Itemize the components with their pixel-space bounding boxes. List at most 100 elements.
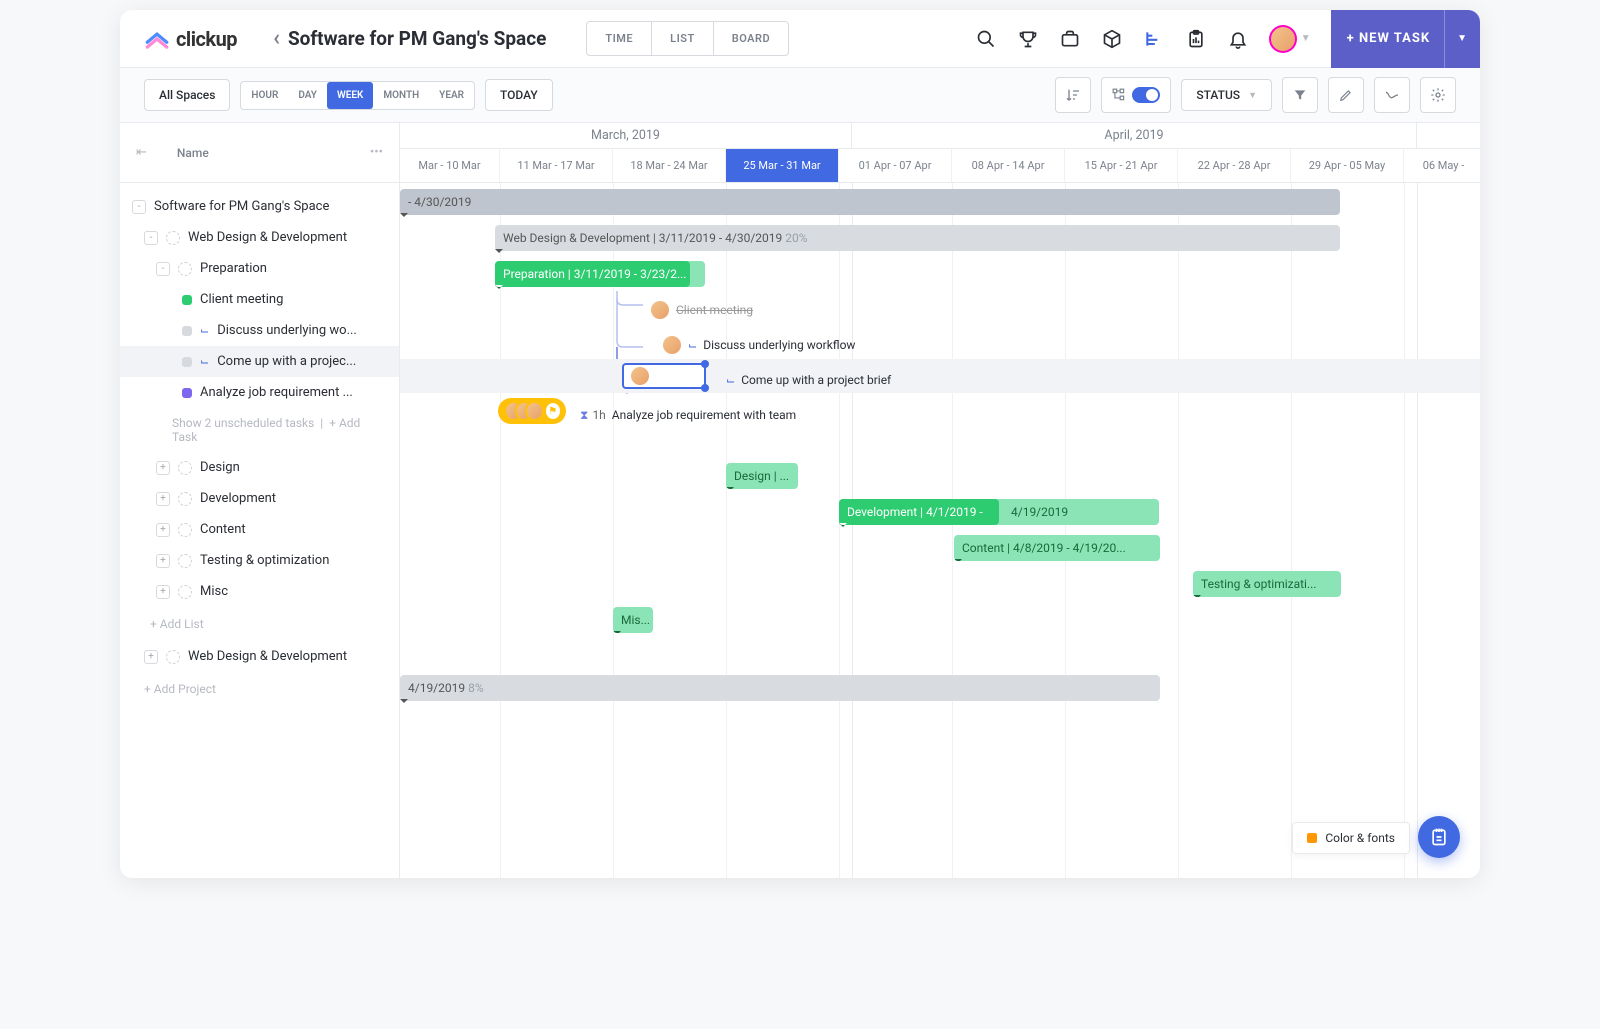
bell-icon[interactable] xyxy=(1227,28,1249,50)
drag-handle[interactable] xyxy=(701,360,709,368)
tree-task-discuss[interactable]: ⌙ Discuss underlying wo... xyxy=(120,315,399,346)
gantt-card-brief[interactable] xyxy=(622,363,706,389)
tab-time[interactable]: TIME xyxy=(587,22,652,55)
month-header xyxy=(1417,123,1480,148)
zoom-week[interactable]: WEEK xyxy=(327,82,373,109)
status-dropdown[interactable]: STATUS ▼ xyxy=(1181,79,1272,111)
gantt-bar-testing[interactable]: Testing & optimizati... xyxy=(1193,571,1341,597)
week-header[interactable]: 15 Apr - 21 Apr xyxy=(1065,149,1178,182)
expand-icon[interactable]: + xyxy=(144,650,158,664)
gantt-bar-misc[interactable]: Mis... xyxy=(613,607,653,633)
expand-icon[interactable]: + xyxy=(156,461,170,475)
expand-icon[interactable]: + xyxy=(156,492,170,506)
status-circle-icon xyxy=(178,492,192,506)
new-task-dropdown[interactable]: ▼ xyxy=(1444,10,1480,68)
week-header[interactable]: 06 May - xyxy=(1404,149,1480,182)
collapse-icon[interactable]: - xyxy=(144,231,158,245)
status-dot xyxy=(182,326,192,336)
week-header[interactable]: 01 Apr - 07 Apr xyxy=(839,149,952,182)
gantt-bar-development[interactable]: Development | 4/1/2019 - xyxy=(839,499,999,525)
box-icon[interactable] xyxy=(1101,28,1123,50)
week-header[interactable]: 08 Apr - 14 Apr xyxy=(952,149,1065,182)
zoom-tabs: HOUR DAY WEEK MONTH YEAR xyxy=(240,81,475,110)
gantt-bar-space[interactable]: - 4/30/2019 xyxy=(400,189,1340,215)
zoom-month[interactable]: MONTH xyxy=(373,82,429,109)
gantt-pill-analyze[interactable]: ⚑ xyxy=(498,398,566,424)
tree-space[interactable]: - Software for PM Gang's Space xyxy=(120,191,399,222)
tree-list-content[interactable]: + Content xyxy=(120,514,399,545)
zoom-hour[interactable]: HOUR xyxy=(241,82,288,109)
tree-list-preparation[interactable]: - Preparation xyxy=(120,253,399,284)
search-icon[interactable] xyxy=(975,28,997,50)
unscheduled-link[interactable]: Show 2 unscheduled tasks | + Add Task xyxy=(120,408,399,452)
collapse-icon[interactable]: - xyxy=(132,200,146,214)
week-header-active[interactable]: 25 Mar - 31 Mar xyxy=(726,149,839,182)
tree-task-analyze[interactable]: Analyze job requirement ... xyxy=(120,377,399,408)
zoom-year[interactable]: YEAR xyxy=(429,82,474,109)
gantt-bar-content[interactable]: Content | 4/8/2019 - 4/19/20... xyxy=(954,535,1160,561)
gantt-bar-preparation[interactable]: Preparation | 3/11/2019 - 3/23/2... xyxy=(495,261,690,287)
zoom-day[interactable]: DAY xyxy=(288,82,327,109)
tree-list-misc[interactable]: + Misc xyxy=(120,576,399,607)
week-header[interactable]: 29 Apr - 05 May xyxy=(1291,149,1404,182)
gantt-bar-project-2[interactable]: 4/19/2019 8% xyxy=(400,675,1160,701)
pencil-button[interactable] xyxy=(1328,77,1364,113)
subtask-icon: ⌙ xyxy=(200,355,209,368)
add-project-link[interactable]: + Add Project xyxy=(120,672,399,706)
filter-button[interactable] xyxy=(1282,77,1318,113)
new-task-button[interactable]: + NEW TASK ▼ xyxy=(1331,10,1480,68)
gantt-bar-project[interactable]: Web Design & Development | 3/11/2019 - 4… xyxy=(495,225,1340,251)
week-header[interactable]: 18 Mar - 24 Mar xyxy=(613,149,726,182)
tree-list-development[interactable]: + Development xyxy=(120,483,399,514)
tab-board[interactable]: BOARD xyxy=(714,22,788,55)
week-header[interactable]: 22 Apr - 28 Apr xyxy=(1178,149,1291,182)
more-icon[interactable]: ••• xyxy=(370,145,383,160)
gantt-row-brief[interactable]: ⌙ Come up with a project brief xyxy=(720,363,1480,397)
notepad-fab[interactable] xyxy=(1418,816,1460,858)
new-task-label: + NEW TASK xyxy=(1347,31,1430,46)
week-header[interactable]: 11 Mar - 17 Mar xyxy=(500,149,613,182)
tab-list[interactable]: LIST xyxy=(652,22,714,55)
avatar xyxy=(1269,25,1297,53)
all-spaces-button[interactable]: All Spaces xyxy=(144,79,230,111)
gantt-row-discuss[interactable]: ⌙ Discuss underlying workflow xyxy=(662,328,1480,362)
tree-project[interactable]: - Web Design & Development xyxy=(120,222,399,253)
task-label: Come up with a project brief xyxy=(741,373,891,387)
sort-button[interactable] xyxy=(1055,77,1091,113)
today-button[interactable]: TODAY xyxy=(485,79,553,111)
assignee-avatar xyxy=(662,335,682,355)
tree-list-testing[interactable]: + Testing & optimization xyxy=(120,545,399,576)
gantt-row-client-meeting[interactable]: Client meeting xyxy=(650,293,1480,327)
tree-project-2[interactable]: + Web Design & Development xyxy=(120,641,399,672)
logo[interactable]: clickup xyxy=(144,26,237,52)
breadcrumb[interactable]: ‹ Software for PM Gang's Space xyxy=(273,26,546,51)
drag-handle[interactable] xyxy=(701,384,709,392)
hierarchy-toggle[interactable] xyxy=(1101,77,1171,113)
gantt-row-analyze[interactable]: ⧗ 1h Analyze job requirement with team xyxy=(576,398,1480,432)
assignee-avatar xyxy=(650,300,670,320)
gantt-icon[interactable] xyxy=(1143,28,1165,50)
path-button[interactable] xyxy=(1374,77,1410,113)
settings-button[interactable] xyxy=(1420,77,1456,113)
tree-task-client-meeting[interactable]: Client meeting xyxy=(120,284,399,315)
status-circle-icon xyxy=(178,554,192,568)
gantt-bar-design[interactable]: Design | ... xyxy=(726,463,798,489)
briefcase-icon[interactable] xyxy=(1059,28,1081,50)
trophy-icon[interactable] xyxy=(1017,28,1039,50)
week-header[interactable]: Mar - 10 Mar xyxy=(400,149,500,182)
collapse-icon[interactable]: - xyxy=(156,262,170,276)
user-menu[interactable]: ▼ xyxy=(1269,25,1311,53)
expand-icon[interactable]: + xyxy=(156,523,170,537)
add-list-link[interactable]: + Add List xyxy=(120,607,399,641)
chevron-left-icon[interactable]: ‹ xyxy=(273,26,280,51)
expand-icon[interactable]: + xyxy=(156,585,170,599)
status-circle-icon xyxy=(178,461,192,475)
collapse-sidebar-icon[interactable]: ⇤ xyxy=(136,145,147,160)
subtask-icon: ⌙ xyxy=(200,324,209,337)
clipboard-icon[interactable] xyxy=(1185,28,1207,50)
expand-icon[interactable]: + xyxy=(156,554,170,568)
percent-label: 20% xyxy=(785,231,807,245)
tree-task-brief[interactable]: ⌙ Come up with a projec... xyxy=(120,346,399,377)
tree-list-design[interactable]: + Design xyxy=(120,452,399,483)
color-fonts-pill[interactable]: Color & fonts xyxy=(1292,822,1410,854)
